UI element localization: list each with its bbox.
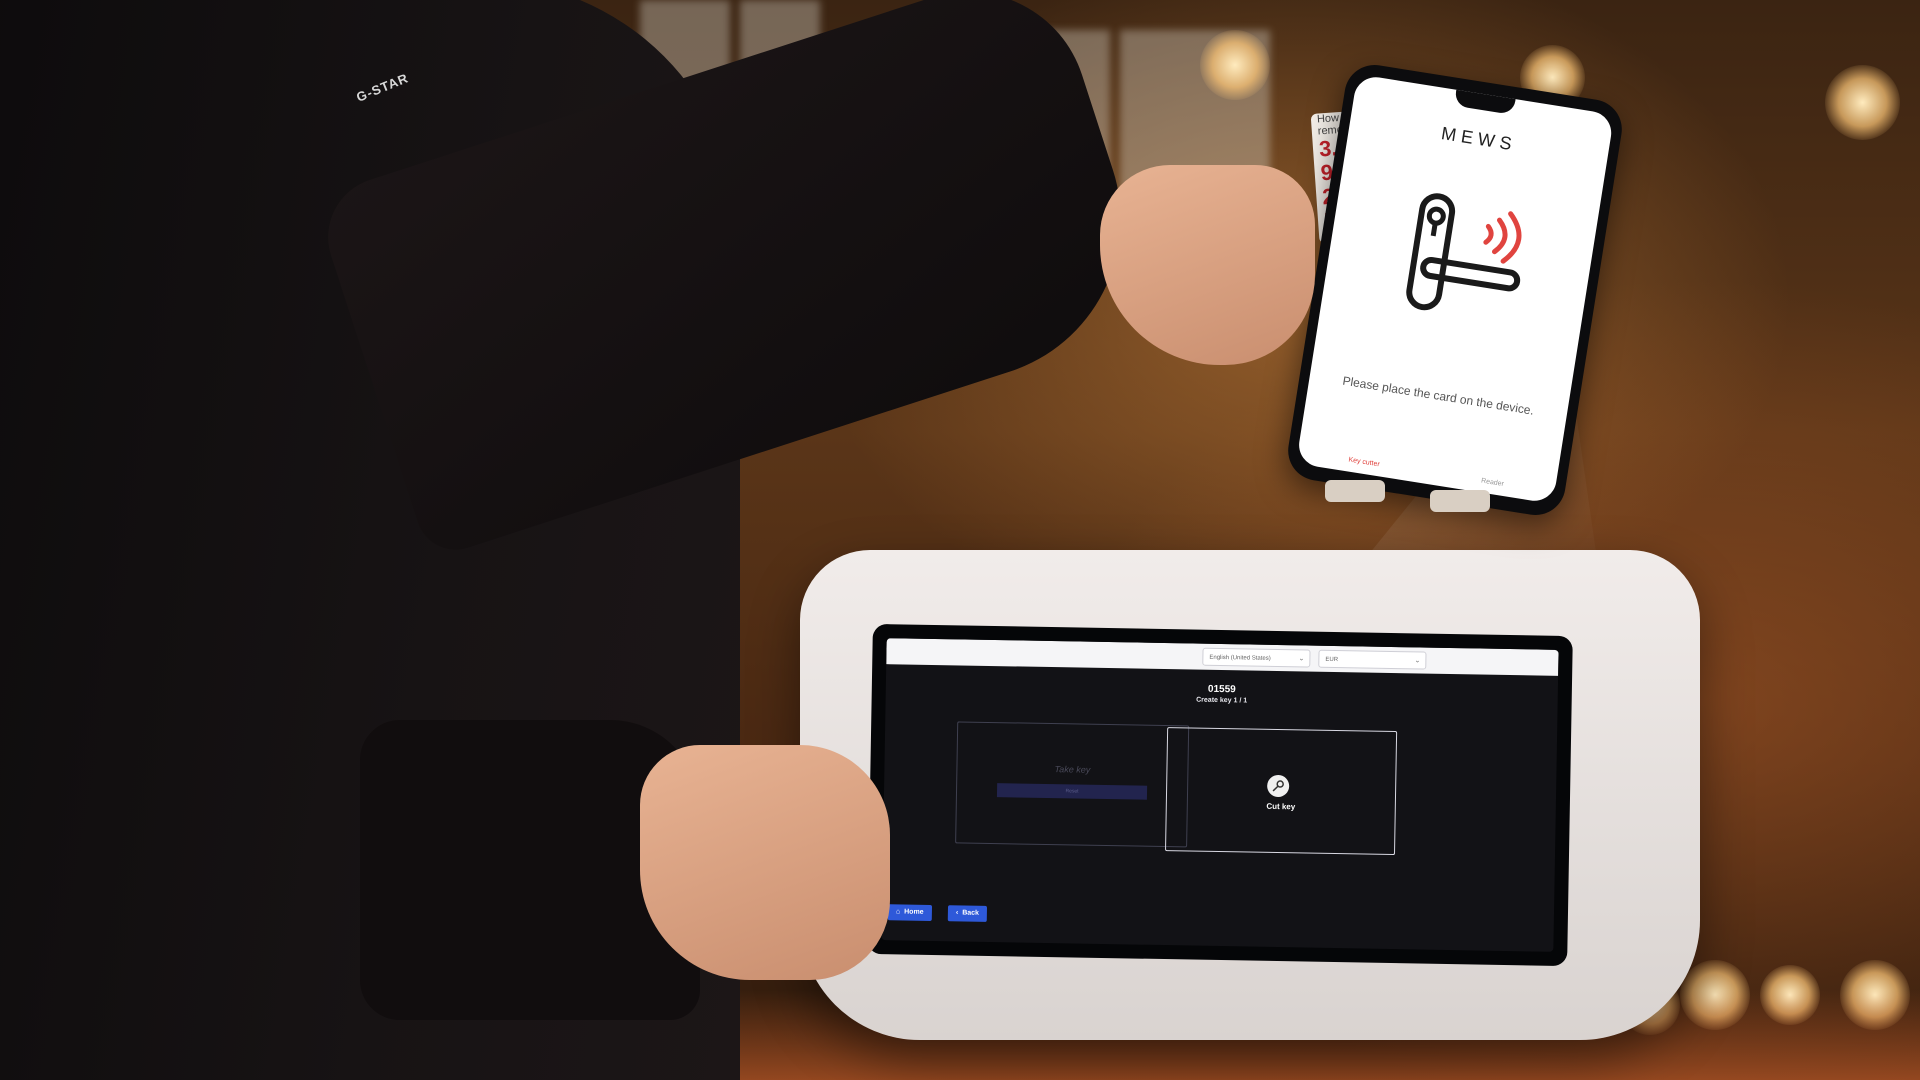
chevron-down-icon: ⌄ [1414,657,1421,665]
kiosk-screen: English (United States) ⌄ EUR ⌄ 01559 Crea… [881,638,1559,952]
currency-select[interactable]: EUR ⌄ [1318,649,1427,670]
home-icon: ⌂ [895,908,901,916]
language-select[interactable]: English (United States) ⌄ [1202,647,1311,668]
bokeh-light [1825,65,1900,140]
take-key-label: Take key [1054,764,1091,775]
kiosk-top-bar: English (United States) ⌄ EUR ⌄ [886,638,1559,676]
phone-holder-clip [1325,480,1385,502]
person-hand-upper [1100,165,1315,365]
tab-key-cutter[interactable]: Key cutter [1348,456,1380,468]
phone-screen: MEWS Please place the card on the device… [1295,74,1615,504]
chevron-left-icon: ‹ [955,909,959,917]
mews-logo: MEWS [1439,123,1519,155]
back-button[interactable]: ‹ Back [947,905,988,922]
cut-key-label: Cut key [1266,801,1296,812]
home-button[interactable]: ⌂ Home [887,904,932,921]
chevron-down-icon: ⌄ [1298,655,1305,663]
photo-scene: G-STAR English (United States) ⌄ EUR ⌄ 015… [0,0,1920,1080]
door-lock-nfc-icon [1406,193,1522,311]
take-key-option[interactable]: Take key Reset [955,721,1190,848]
key-icon [1266,774,1290,798]
bokeh-light [1200,30,1270,100]
phone-instruction: Please place the card on the device. [1341,373,1535,418]
cut-key-option[interactable]: Cut key [1165,727,1398,856]
kiosk-tablet: English (United States) ⌄ EUR ⌄ 01559 Crea… [867,623,1573,967]
person-hand-lower [640,745,890,980]
tab-reader[interactable]: Reader [1481,477,1505,488]
phone-holder-clip [1430,490,1490,512]
take-key-button[interactable]: Reset [996,783,1148,800]
phone-notch [1453,87,1516,115]
